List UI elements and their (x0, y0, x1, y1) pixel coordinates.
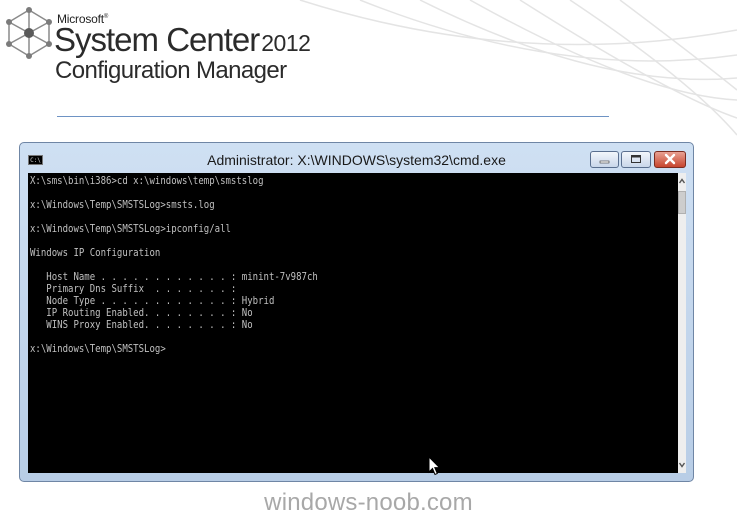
minimize-icon (599, 160, 610, 164)
brand-trademark: ® (103, 14, 109, 20)
system-center-logo-icon (6, 7, 52, 59)
brand-divider (57, 116, 609, 117)
window-title-bar[interactable]: C:\ Administrator: X:\WINDOWS\system32\c… (20, 143, 693, 173)
brand-year: 2012 (261, 30, 311, 56)
brand-subtitle: Configuration Manager (55, 57, 287, 84)
close-icon (664, 153, 676, 165)
console-line: x:\Windows\Temp\SMSTSLog>smsts.log (30, 198, 215, 211)
console-line: x:\Windows\Temp\SMSTSLog>ipconfig/all (30, 222, 231, 235)
scroll-down-arrow-icon[interactable] (678, 458, 686, 472)
console-prompt-line[interactable]: x:\Windows\Temp\SMSTSLog> (30, 343, 166, 355)
console-line: Windows IP Configuration (30, 246, 161, 259)
brand-product-title: System Center2012 (54, 21, 311, 59)
console-line: X:\sms\bin\i386>cd x:\windows\temp\smsts… (30, 174, 264, 187)
footer-watermark: windows-noob.com (264, 489, 473, 516)
cmd-window[interactable]: C:\ Administrator: X:\WINDOWS\system32\c… (19, 142, 694, 482)
maximize-icon (631, 155, 641, 163)
scrollbar-thumb[interactable] (678, 191, 686, 214)
close-button[interactable] (654, 151, 686, 168)
brand-product-name: System Center (54, 21, 260, 58)
mouse-pointer-icon (428, 456, 441, 476)
scroll-up-arrow-icon[interactable] (678, 174, 686, 188)
maximize-button[interactable] (621, 151, 651, 168)
console-output[interactable]: X:\sms\bin\i386>cd x:\windows\temp\smsts… (28, 173, 678, 473)
minimize-button[interactable] (590, 151, 619, 168)
console-line: WINS Proxy Enabled. . . . . . . . : No (30, 318, 253, 331)
vertical-scrollbar[interactable] (678, 173, 686, 473)
